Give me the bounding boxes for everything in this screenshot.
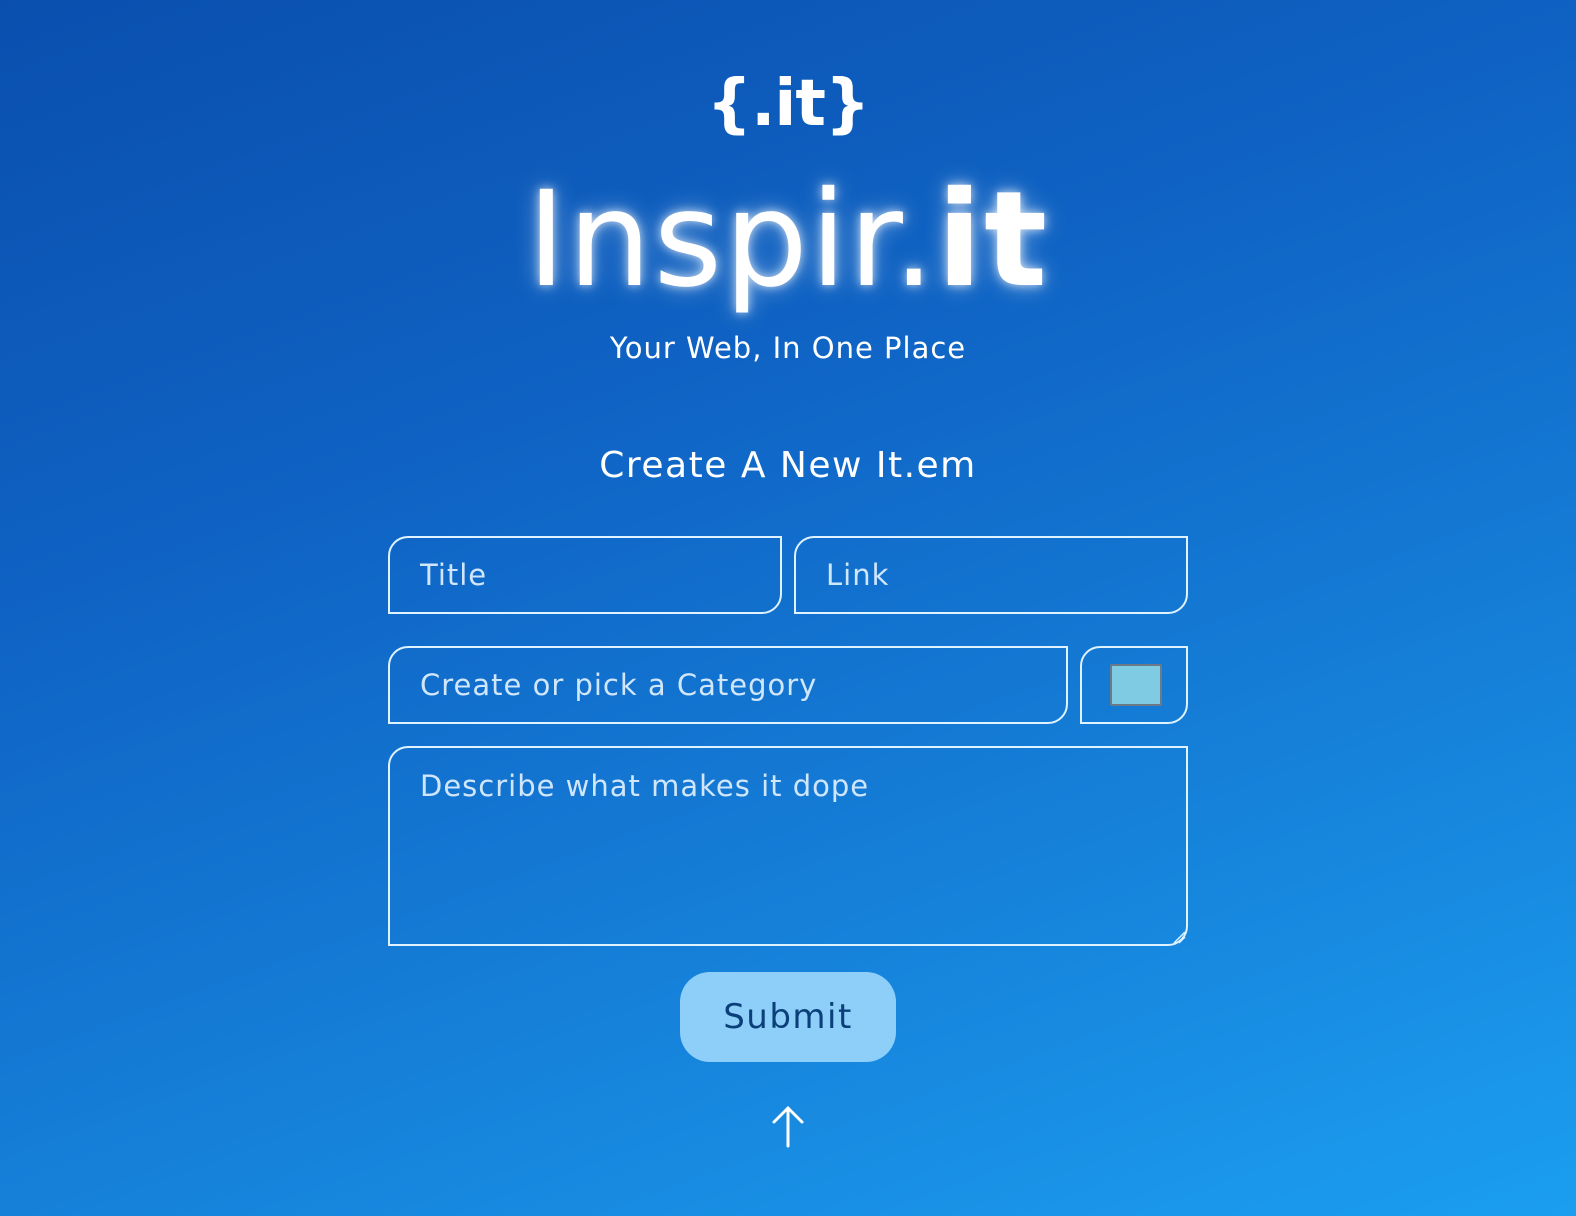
description-textarea[interactable] xyxy=(388,746,1188,946)
logo: {.it} xyxy=(706,67,871,141)
brand-title-bold: it xyxy=(936,163,1050,317)
arrow-up-icon[interactable] xyxy=(770,1104,806,1148)
brand-title-light: Inspir. xyxy=(526,163,937,317)
brand-title: Inspir.it xyxy=(0,160,1576,320)
category-input[interactable] xyxy=(388,646,1068,724)
resize-grip-icon[interactable] xyxy=(1172,930,1186,944)
title-input[interactable] xyxy=(388,536,782,614)
link-input[interactable] xyxy=(794,536,1188,614)
form-title: Create A New It.em xyxy=(599,445,977,486)
color-picker[interactable] xyxy=(1080,646,1188,724)
tagline: Your Web, In One Place xyxy=(609,331,967,365)
color-swatch[interactable] xyxy=(1110,664,1162,706)
submit-button[interactable]: Submit xyxy=(680,972,896,1062)
